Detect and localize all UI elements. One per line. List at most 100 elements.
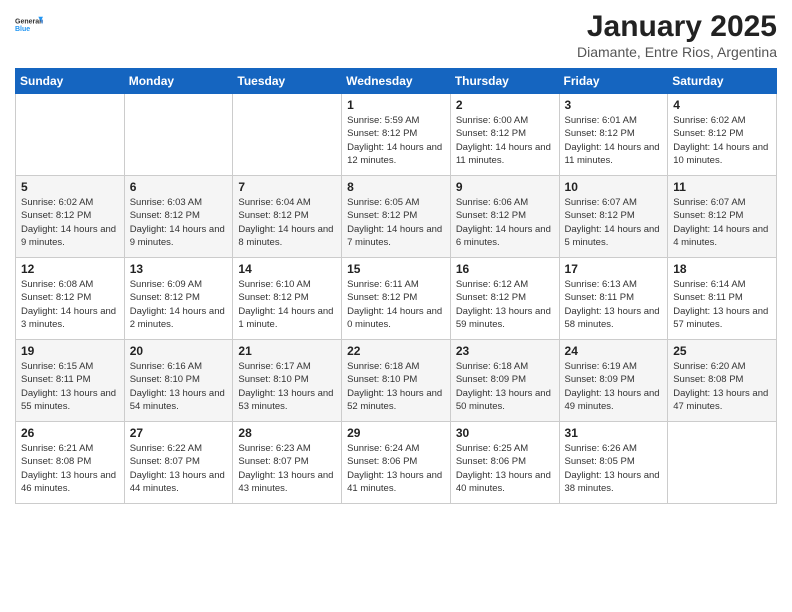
table-row: 1 Sunrise: 5:59 AM Sunset: 8:12 PM Daylig… [342,94,451,176]
day-number: 13 [130,262,228,276]
table-row: 30 Sunrise: 6:25 AM Sunset: 8:06 PM Dayli… [450,422,559,504]
day-info: Sunrise: 6:11 AM Sunset: 8:12 PM Dayligh… [347,278,445,331]
day-info: Sunrise: 5:59 AM Sunset: 8:12 PM Dayligh… [347,114,445,167]
day-info: Sunrise: 6:26 AM Sunset: 8:05 PM Dayligh… [565,442,663,495]
logo: GeneralBlue [15,10,43,38]
table-row: 18Sunrise: 6:14 AM Sunset: 8:11 PM Dayli… [668,258,777,340]
day-number: 23 [456,344,554,358]
header-monday: Monday [124,69,233,94]
calendar-week-row: 26Sunrise: 6:21 AM Sunset: 8:08 PM Dayli… [16,422,777,504]
calendar-week-row: 12 Sunrise: 6:08 AM Sunset: 8:12 PM Dayli… [16,258,777,340]
table-row: 7 Sunrise: 6:04 AM Sunset: 8:12 PM Daylig… [233,176,342,258]
day-info: Sunrise: 6:02 AM Sunset: 8:12 PM Dayligh… [21,196,119,249]
day-info: Sunrise: 6:22 AM Sunset: 8:07 PM Dayligh… [130,442,228,495]
day-number: 30 [456,426,554,440]
header-sunday: Sunday [16,69,125,94]
table-row: 25 Sunrise: 6:20 AM Sunset: 8:08 PM Dayli… [668,340,777,422]
day-info: Sunrise: 6:07 AM Sunset: 8:12 PM Dayligh… [565,196,663,249]
table-row: 13 Sunrise: 6:09 AM Sunset: 8:12 PM Dayli… [124,258,233,340]
table-row: 15Sunrise: 6:11 AM Sunset: 8:12 PM Dayli… [342,258,451,340]
day-number: 12 [21,262,119,276]
day-number: 5 [21,180,119,194]
day-info: Sunrise: 6:19 AM Sunset: 8:09 PM Dayligh… [565,360,663,413]
table-row: 14 Sunrise: 6:10 AM Sunset: 8:12 PM Dayli… [233,258,342,340]
day-info: Sunrise: 6:00 AM Sunset: 8:12 PM Dayligh… [456,114,554,167]
day-number: 27 [130,426,228,440]
day-number: 18 [673,262,771,276]
day-number: 22 [347,344,445,358]
header-friday: Friday [559,69,668,94]
day-number: 1 [347,98,445,112]
table-row: 2 Sunrise: 6:00 AM Sunset: 8:12 PM Daylig… [450,94,559,176]
table-row [124,94,233,176]
table-row: 24Sunrise: 6:19 AM Sunset: 8:09 PM Dayli… [559,340,668,422]
table-row [16,94,125,176]
header-tuesday: Tuesday [233,69,342,94]
table-row: 20Sunrise: 6:16 AM Sunset: 8:10 PM Dayli… [124,340,233,422]
title-block: January 2025 Diamante, Entre Rios, Argen… [577,10,777,60]
table-row: 17 Sunrise: 6:13 AM Sunset: 8:11 PM Dayli… [559,258,668,340]
day-number: 7 [238,180,336,194]
table-row: 3 Sunrise: 6:01 AM Sunset: 8:12 PM Daylig… [559,94,668,176]
day-number: 19 [21,344,119,358]
day-info: Sunrise: 6:08 AM Sunset: 8:12 PM Dayligh… [21,278,119,331]
day-number: 26 [21,426,119,440]
day-info: Sunrise: 6:12 AM Sunset: 8:12 PM Dayligh… [456,278,554,331]
day-info: Sunrise: 6:05 AM Sunset: 8:12 PM Dayligh… [347,196,445,249]
day-number: 17 [565,262,663,276]
day-number: 16 [456,262,554,276]
logo-icon: GeneralBlue [15,10,43,38]
table-row: 26Sunrise: 6:21 AM Sunset: 8:08 PM Dayli… [16,422,125,504]
header-wednesday: Wednesday [342,69,451,94]
table-row: 6 Sunrise: 6:03 AM Sunset: 8:12 PM Daylig… [124,176,233,258]
day-info: Sunrise: 6:25 AM Sunset: 8:06 PM Dayligh… [456,442,554,495]
day-number: 21 [238,344,336,358]
day-info: Sunrise: 6:09 AM Sunset: 8:12 PM Dayligh… [130,278,228,331]
day-info: Sunrise: 6:20 AM Sunset: 8:08 PM Dayligh… [673,360,771,413]
page-subtitle: Diamante, Entre Rios, Argentina [577,44,777,60]
table-row [668,422,777,504]
day-number: 8 [347,180,445,194]
day-info: Sunrise: 6:01 AM Sunset: 8:12 PM Dayligh… [565,114,663,167]
calendar-week-row: 5 Sunrise: 6:02 AM Sunset: 8:12 PM Daylig… [16,176,777,258]
table-row: 12 Sunrise: 6:08 AM Sunset: 8:12 PM Dayli… [16,258,125,340]
day-number: 9 [456,180,554,194]
table-row: 22Sunrise: 6:18 AM Sunset: 8:10 PM Dayli… [342,340,451,422]
table-row: 27 Sunrise: 6:22 AM Sunset: 8:07 PM Dayli… [124,422,233,504]
day-number: 29 [347,426,445,440]
table-row: 28 Sunrise: 6:23 AM Sunset: 8:07 PM Dayli… [233,422,342,504]
day-info: Sunrise: 6:07 AM Sunset: 8:12 PM Dayligh… [673,196,771,249]
day-info: Sunrise: 6:13 AM Sunset: 8:11 PM Dayligh… [565,278,663,331]
table-row: 9Sunrise: 6:06 AM Sunset: 8:12 PM Daylig… [450,176,559,258]
header-thursday: Thursday [450,69,559,94]
day-number: 3 [565,98,663,112]
day-number: 25 [673,344,771,358]
table-row: 29Sunrise: 6:24 AM Sunset: 8:06 PM Dayli… [342,422,451,504]
day-number: 11 [673,180,771,194]
day-info: Sunrise: 6:04 AM Sunset: 8:12 PM Dayligh… [238,196,336,249]
day-info: Sunrise: 6:10 AM Sunset: 8:12 PM Dayligh… [238,278,336,331]
day-number: 2 [456,98,554,112]
day-number: 31 [565,426,663,440]
calendar-header-row: Sunday Monday Tuesday Wednesday Thursday… [16,69,777,94]
calendar-week-row: 1 Sunrise: 5:59 AM Sunset: 8:12 PM Daylig… [16,94,777,176]
day-number: 28 [238,426,336,440]
table-row: 16 Sunrise: 6:12 AM Sunset: 8:12 PM Dayli… [450,258,559,340]
day-number: 10 [565,180,663,194]
table-row: 5 Sunrise: 6:02 AM Sunset: 8:12 PM Daylig… [16,176,125,258]
table-row: 11 Sunrise: 6:07 AM Sunset: 8:12 PM Dayli… [668,176,777,258]
day-info: Sunrise: 6:03 AM Sunset: 8:12 PM Dayligh… [130,196,228,249]
day-number: 4 [673,98,771,112]
day-info: Sunrise: 6:18 AM Sunset: 8:09 PM Dayligh… [456,360,554,413]
svg-text:General: General [15,18,41,25]
page-title: January 2025 [577,10,777,44]
table-row: 31 Sunrise: 6:26 AM Sunset: 8:05 PM Dayli… [559,422,668,504]
header: GeneralBlue January 2025 Diamante, Entre… [15,10,777,60]
calendar-week-row: 19Sunrise: 6:15 AM Sunset: 8:11 PM Dayli… [16,340,777,422]
table-row: 10 Sunrise: 6:07 AM Sunset: 8:12 PM Dayli… [559,176,668,258]
table-row: 21Sunrise: 6:17 AM Sunset: 8:10 PM Dayli… [233,340,342,422]
day-number: 14 [238,262,336,276]
day-number: 6 [130,180,228,194]
day-info: Sunrise: 6:23 AM Sunset: 8:07 PM Dayligh… [238,442,336,495]
table-row: 19Sunrise: 6:15 AM Sunset: 8:11 PM Dayli… [16,340,125,422]
